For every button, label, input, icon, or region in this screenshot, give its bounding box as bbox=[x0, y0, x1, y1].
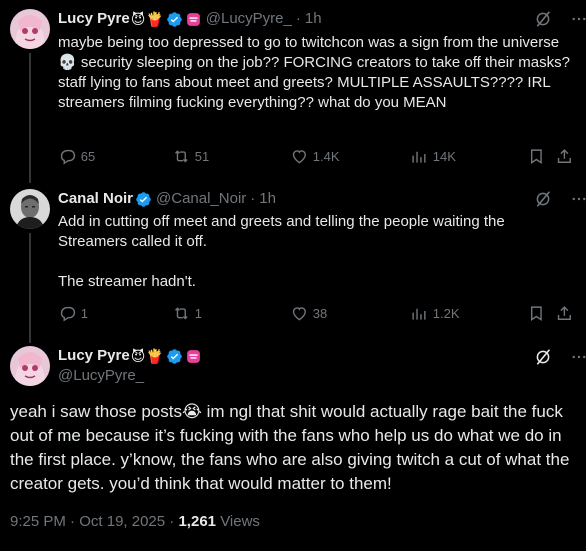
more-icon[interactable] bbox=[570, 190, 586, 213]
avatar[interactable] bbox=[10, 189, 50, 229]
share-icon bbox=[557, 305, 571, 320]
like-button[interactable]: 1.4K bbox=[290, 146, 340, 166]
separator: · bbox=[250, 190, 256, 207]
views-icon bbox=[412, 151, 426, 163]
tweet-lucy-parent[interactable]: Lucy Pyre 😈 🍟 @LucyPyre_ · 1h maybe bein… bbox=[0, 0, 586, 183]
author-name[interactable]: Lucy Pyre bbox=[58, 9, 130, 29]
views-button[interactable]: 1.2K bbox=[410, 303, 460, 323]
views-count: 14K bbox=[432, 148, 456, 164]
views-icon bbox=[412, 308, 426, 320]
verified-badge-icon bbox=[166, 348, 183, 365]
author-handle[interactable]: @LucyPyre_ bbox=[58, 366, 144, 386]
share-icon bbox=[557, 148, 571, 163]
tweet-text: Add in cutting off meet and greets and t… bbox=[58, 213, 505, 290]
author-handle[interactable]: @LucyPyre_ bbox=[206, 9, 292, 29]
author-name[interactable]: Lucy Pyre bbox=[58, 346, 130, 366]
share-button[interactable] bbox=[555, 303, 578, 323]
more-icon[interactable] bbox=[570, 348, 586, 371]
reply-icon bbox=[60, 149, 76, 165]
like-count: 1.4K bbox=[312, 148, 340, 164]
fries-emoji: 🍟 bbox=[146, 11, 164, 27]
repost-icon bbox=[175, 149, 188, 163]
views-count: 1,261 bbox=[178, 513, 217, 530]
avatar[interactable] bbox=[10, 346, 50, 386]
repost-button[interactable]: 51 bbox=[172, 146, 209, 166]
like-button[interactable]: 38 bbox=[290, 303, 327, 323]
thread-line bbox=[29, 53, 31, 183]
reply-icon bbox=[60, 306, 76, 322]
heart-icon bbox=[292, 306, 306, 321]
reply-button[interactable]: 1 bbox=[58, 303, 88, 323]
devil-emoji: 😈 bbox=[130, 11, 146, 27]
tweet-canal-noir[interactable]: Canal Noir @Canal_Noir · 1h Add in cutti… bbox=[0, 183, 586, 343]
repost-icon bbox=[175, 306, 188, 320]
fries-emoji: 🍟 bbox=[146, 348, 164, 364]
grok-icon[interactable] bbox=[534, 10, 552, 33]
tweet-meta: 9:25 PM · Oct 19, 2025 · 1,261 Views bbox=[10, 513, 260, 530]
views-count: 1.2K bbox=[432, 305, 460, 321]
tweet-timestamp[interactable]: 9:25 PM bbox=[10, 513, 66, 530]
verified-badge-icon bbox=[166, 11, 183, 28]
separator: · bbox=[295, 10, 301, 27]
grok-icon[interactable] bbox=[534, 348, 552, 371]
heart-icon bbox=[292, 149, 306, 164]
reply-count: 65 bbox=[80, 148, 96, 164]
bookmark-icon bbox=[530, 149, 542, 164]
tweet-time[interactable]: 1h bbox=[305, 9, 322, 29]
devil-emoji: 😈 bbox=[130, 348, 146, 364]
author-name[interactable]: Canal Noir bbox=[58, 189, 133, 209]
bookmark-button[interactable] bbox=[527, 303, 550, 323]
reply-button[interactable]: 65 bbox=[58, 146, 95, 166]
views-button[interactable]: 14K bbox=[410, 146, 456, 166]
tweet-text: yeah i saw those posts😭 im ngl that shit… bbox=[10, 402, 570, 493]
affiliate-pink-icon[interactable] bbox=[185, 11, 202, 28]
share-button[interactable] bbox=[555, 146, 578, 166]
affiliate-pink-icon[interactable] bbox=[185, 348, 202, 365]
bookmark-button[interactable] bbox=[527, 146, 550, 166]
repost-count: 51 bbox=[194, 148, 210, 164]
repost-count: 1 bbox=[194, 305, 202, 321]
action-bar: 65 51 1.4K 14K bbox=[58, 146, 578, 166]
verified-badge-icon bbox=[135, 191, 152, 208]
tweet-date[interactable]: Oct 19, 2025 bbox=[79, 513, 165, 530]
author-handle[interactable]: @Canal_Noir bbox=[156, 189, 246, 209]
action-bar: 1 1 38 1.2K bbox=[58, 303, 578, 323]
tweet-main: Lucy Pyre 😈 🍟 @LucyPyre_ yeah i saw thos… bbox=[0, 338, 586, 551]
like-count: 38 bbox=[312, 305, 328, 321]
avatar[interactable] bbox=[10, 9, 50, 49]
tweet-text: maybe being too depressed to go to twitc… bbox=[58, 34, 575, 111]
bookmark-icon bbox=[530, 306, 542, 321]
tweet-time[interactable]: 1h bbox=[259, 189, 276, 209]
grok-icon[interactable] bbox=[534, 190, 552, 213]
views-label: Views bbox=[220, 513, 260, 530]
repost-button[interactable]: 1 bbox=[172, 303, 202, 323]
thread-line bbox=[29, 233, 31, 343]
reply-count: 1 bbox=[80, 305, 88, 321]
more-icon[interactable] bbox=[570, 10, 586, 33]
